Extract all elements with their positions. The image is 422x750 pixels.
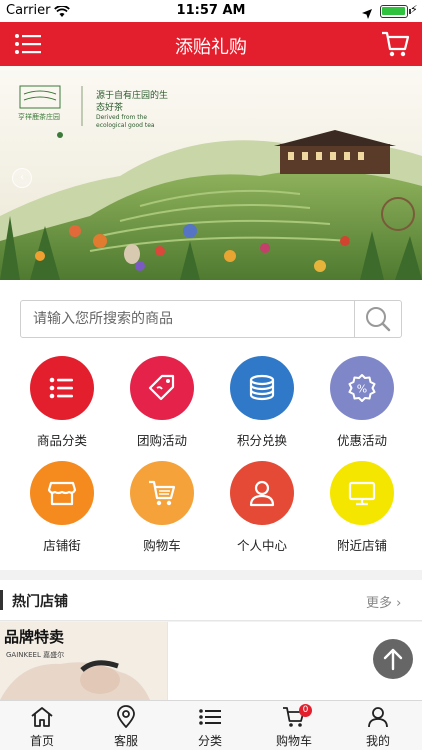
- clock: 11:57 AM: [176, 3, 246, 18]
- main-content: 商品分类 团购活动 积分兑换 % 优惠活动 店铺街: [0, 280, 422, 570]
- tab-mine[interactable]: 我的: [336, 701, 420, 750]
- tab-service[interactable]: 客服: [84, 701, 168, 750]
- category-label: 团购活动: [136, 433, 187, 448]
- percent-icon: %: [330, 356, 394, 420]
- tab-label: 我的: [365, 734, 390, 748]
- more-label: 更多: [366, 596, 393, 611]
- search-button[interactable]: [354, 301, 401, 337]
- search-input[interactable]: [21, 301, 355, 337]
- back-to-top-button[interactable]: [373, 639, 413, 679]
- page-title: 添贻礼购: [175, 37, 247, 58]
- estate-logo-text: 亨祥鹿茶庄园: [18, 113, 60, 121]
- tab-cart[interactable]: 0 购物车: [252, 701, 336, 750]
- tab-category[interactable]: 分类: [168, 701, 252, 750]
- category-item-group-buy[interactable]: 团购活动: [112, 356, 212, 456]
- tab-home[interactable]: 首页: [0, 701, 84, 750]
- coins-icon: [230, 356, 294, 420]
- category-item-cart[interactable]: 购物车: [112, 461, 212, 561]
- category-item-discounts[interactable]: % 优惠活动: [312, 356, 412, 456]
- monitor-icon: [330, 461, 394, 525]
- promo-banner[interactable]: 亨祥鹿茶庄园 源于自有庄园的生态好茶 Derived from the ecol…: [0, 66, 422, 280]
- category-label: 积分兑换: [236, 433, 287, 448]
- search-icon: [366, 307, 391, 332]
- tab-label: 首页: [29, 734, 54, 748]
- user-icon: [368, 707, 388, 728]
- arrow-up-icon: [383, 648, 403, 671]
- tea-estate-image: [0, 66, 422, 280]
- category-label: 商品分类: [36, 433, 87, 448]
- search-bar: [20, 300, 402, 338]
- section-accent-bar: [0, 590, 3, 610]
- cart-icon: [382, 31, 410, 57]
- category-label: 优惠活动: [336, 433, 387, 448]
- cart-icon: [130, 461, 194, 525]
- banner-slogan-en: Derived from the ecological good tea: [96, 114, 155, 129]
- list-icon: [199, 709, 221, 725]
- nav-bar: 添贻礼购: [0, 22, 422, 66]
- status-bar: Carrier 11:57 AM ⚡: [0, 0, 422, 22]
- category-item-profile[interactable]: 个人中心: [212, 461, 312, 561]
- category-item-shop-street[interactable]: 店铺街: [12, 461, 112, 561]
- tab-label: 购物车: [275, 734, 312, 748]
- brand-sale-card[interactable]: 品牌特卖 GAINKEEL 嘉盛尔: [0, 622, 168, 700]
- card-title: 品牌特卖: [4, 628, 65, 646]
- card-brand: GAINKEEL 嘉盛尔: [6, 651, 65, 659]
- category-label: 附近店铺: [336, 538, 387, 553]
- header-cart-button[interactable]: [380, 30, 410, 58]
- location-icon: [117, 705, 135, 728]
- category-item-nearby[interactable]: 附近店铺: [312, 461, 412, 561]
- tab-label: 分类: [197, 734, 222, 748]
- tab-label: 客服: [113, 734, 138, 748]
- tab-bar: 首页 客服 分类 0 购物车 我的: [0, 700, 422, 750]
- hot-shops-header: 热门店铺 更多 ›: [0, 580, 422, 621]
- section-title: 热门店铺: [12, 594, 68, 610]
- product-strip: 品牌特卖 GAINKEEL 嘉盛尔: [0, 622, 422, 700]
- charging-icon: ⚡: [410, 3, 418, 16]
- category-item-points[interactable]: 积分兑换: [212, 356, 312, 456]
- more-link[interactable]: 更多 ›: [366, 592, 401, 611]
- battery-icon: [380, 5, 411, 18]
- banner-slogan-cn: 源于自有庄园的生态好茶: [96, 91, 169, 113]
- category-label: 个人中心: [236, 538, 287, 553]
- home-icon: [31, 707, 53, 727]
- store-icon: [30, 461, 94, 525]
- list-icon: [30, 356, 94, 420]
- category-label: 购物车: [143, 538, 181, 553]
- banner-prev-button[interactable]: ‹: [12, 168, 32, 188]
- chevron-right-icon: ›: [396, 596, 402, 611]
- location-arrow-icon: [362, 4, 372, 23]
- svg-text:%: %: [357, 383, 367, 396]
- user-icon: [230, 461, 294, 525]
- category-item-goods[interactable]: 商品分类: [12, 356, 112, 456]
- tag-icon: [130, 356, 194, 420]
- cart-count-badge: 0: [299, 704, 312, 717]
- category-label: 店铺街: [43, 538, 81, 553]
